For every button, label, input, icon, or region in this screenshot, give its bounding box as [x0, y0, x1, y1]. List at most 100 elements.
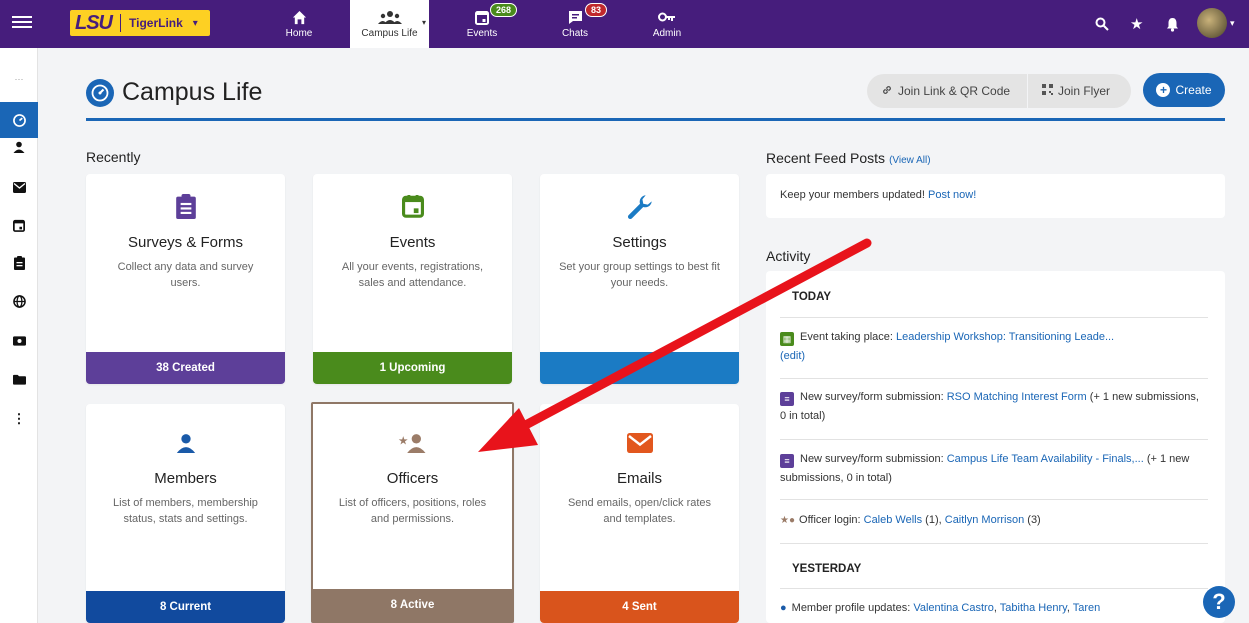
top-nav: LSU TigerLink ▾ Home Campus Life ▾ Event…	[0, 0, 1249, 48]
activity-text: New survey/form submission:	[800, 391, 947, 403]
mail-icon	[540, 430, 739, 462]
chevron-down-icon[interactable]: ▾	[1230, 18, 1235, 29]
activity-link[interactable]: Taren	[1073, 602, 1101, 614]
calendar-icon	[475, 10, 489, 28]
card-description: Send emails, open/click rates and templa…	[567, 497, 712, 525]
officer-icon: ★	[313, 430, 512, 462]
nav-chats[interactable]: Chats 83	[548, 0, 608, 48]
page-title: Campus Life	[122, 78, 263, 106]
card-title: Members	[154, 470, 217, 487]
activity-heading: Activity	[766, 248, 811, 264]
card-title: Officers	[386, 470, 439, 487]
activity-row: ● Member profile updates: Valentina Castr…	[780, 599, 1208, 618]
feed-box: Keep your members updated! Post now!	[766, 174, 1225, 218]
globe-icon[interactable]	[0, 288, 38, 314]
create-label: Create	[1175, 83, 1212, 97]
activity-link[interactable]: Tabitha Henry	[1000, 602, 1067, 614]
card-footer[interactable]: 8 Active	[313, 589, 512, 621]
card-description: Collect any data and survey users.	[117, 261, 254, 289]
dashboard-icon[interactable]	[0, 102, 38, 138]
card-settings[interactable]: Settings Set your group settings to best…	[540, 174, 739, 384]
person-icon: ●	[780, 602, 787, 614]
nav-events-label: Events	[466, 27, 498, 39]
edit-link[interactable]: (edit)	[780, 350, 805, 362]
card-footer[interactable]: 8 Current	[86, 591, 285, 623]
key-icon	[658, 10, 676, 28]
recently-heading: Recently	[86, 149, 141, 165]
activity-panel: TODAY ▦ Event taking place: Leadership Wo…	[766, 271, 1225, 623]
feed-message: Keep your members updated!	[780, 189, 925, 201]
join-flyer-label: Join Flyer	[1058, 84, 1111, 98]
wrench-icon	[540, 194, 739, 226]
card-title: Emails	[616, 470, 662, 487]
bell-icon[interactable]	[1166, 0, 1179, 48]
activity-day-today: TODAY	[792, 291, 831, 303]
activity-row: ★● Officer login: Caleb Wells (1), Caitly…	[780, 511, 1208, 530]
card-footer[interactable]: 38 Created	[86, 352, 285, 384]
card-description: Set your group settings to best fit your…	[559, 261, 720, 289]
activity-link[interactable]: Leadership Workshop: Transitioning Leade…	[896, 331, 1114, 343]
chevron-down-icon: ▾	[422, 18, 427, 27]
card-members[interactable]: Members List of members, membership stat…	[86, 404, 285, 623]
more-dots-icon[interactable]: ···	[0, 66, 38, 92]
mail-icon[interactable]	[0, 174, 38, 200]
menu-icon[interactable]	[12, 13, 32, 33]
lsu-logo: LSU	[75, 11, 113, 34]
create-button[interactable]: + Create	[1143, 73, 1225, 107]
card-description: List of members, membership status, stat…	[113, 497, 258, 525]
activity-text: (1),	[922, 514, 945, 526]
activity-day-yesterday: YESTERDAY	[792, 563, 862, 575]
search-icon[interactable]	[1095, 0, 1109, 48]
officer-icon: ★●	[780, 515, 796, 526]
card-title: Surveys & Forms	[127, 234, 244, 251]
activity-link[interactable]: Caleb Wells	[864, 514, 923, 526]
card-title: Events	[389, 234, 436, 251]
avatar[interactable]	[1197, 8, 1227, 38]
join-link-label: Join Link & QR Code	[898, 84, 1011, 98]
dashboard-icon	[86, 78, 114, 107]
link-icon	[881, 84, 893, 99]
star-icon[interactable]: ★	[1130, 0, 1143, 48]
nav-campus-life-label: Campus Life	[361, 27, 418, 39]
page-header: Campus Life	[86, 78, 262, 107]
nav-events[interactable]: Events 268	[455, 0, 518, 48]
person-icon	[86, 430, 285, 462]
feed-heading-wrap: Recent Feed Posts (View All)	[766, 150, 931, 166]
events-count-badge: 268	[490, 3, 518, 17]
clipboard-icon: ≡	[780, 392, 794, 406]
person-icon[interactable]	[0, 134, 38, 160]
money-icon[interactable]	[0, 328, 38, 354]
activity-row: ≡ New survey/form submission: Campus Life…	[780, 450, 1208, 488]
help-button[interactable]: ?	[1203, 586, 1235, 618]
join-link-button[interactable]: Join Link & QR Code	[867, 74, 1027, 108]
folder-icon[interactable]	[0, 366, 38, 392]
group-icon	[377, 10, 402, 28]
chevron-down-icon: ▾	[192, 17, 198, 29]
clipboard-icon[interactable]	[0, 250, 38, 276]
activity-link[interactable]: Caitlyn Morrison	[945, 514, 1024, 526]
activity-link[interactable]: Campus Life Team Availability - Finals,.…	[947, 453, 1144, 465]
activity-link[interactable]: Valentina Castro	[913, 602, 994, 614]
card-officers[interactable]: ★ Officers List of officers, positions, …	[311, 402, 514, 623]
app-name: TigerLink	[129, 16, 183, 30]
nav-admin-label: Admin	[652, 27, 682, 39]
calendar-icon[interactable]	[0, 212, 38, 238]
nav-campus-life[interactable]: Campus Life ▾	[350, 0, 429, 48]
card-footer[interactable]: 1 Upcoming	[313, 352, 512, 384]
activity-text: Event taking place:	[800, 331, 897, 343]
nav-home[interactable]: Home	[272, 0, 326, 48]
card-surveys-forms[interactable]: Surveys & Forms Collect any data and sur…	[86, 174, 285, 384]
card-emails[interactable]: Emails Send emails, open/click rates and…	[540, 404, 739, 623]
more-vertical-icon[interactable]: ⋮	[0, 406, 38, 432]
view-all-link[interactable]: (View All)	[889, 155, 931, 166]
post-now-link[interactable]: Post now!	[928, 189, 976, 201]
activity-text: Officer login:	[799, 514, 864, 526]
tigerlink-switcher[interactable]: LSU TigerLink ▾	[70, 10, 210, 36]
join-flyer-button[interactable]: Join Flyer	[1028, 74, 1131, 108]
activity-link[interactable]: RSO Matching Interest Form	[947, 391, 1087, 403]
card-footer[interactable]	[540, 352, 739, 384]
card-events[interactable]: Events All your events, registrations, s…	[313, 174, 512, 384]
card-footer[interactable]: 4 Sent	[540, 591, 739, 623]
nav-admin[interactable]: Admin	[640, 0, 694, 48]
chats-count-badge: 83	[585, 3, 608, 17]
